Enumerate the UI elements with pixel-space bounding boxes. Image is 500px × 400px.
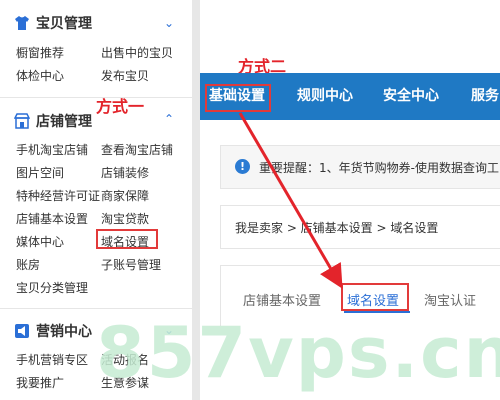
shirt-icon bbox=[15, 16, 29, 30]
sidebar-item-showcase[interactable]: 橱窗推荐 bbox=[16, 44, 64, 61]
notice-banner: ! 重要提醒：1、年货节购物券-使用数据查询工... bbox=[220, 145, 500, 189]
sidebar-item-mobile-shop[interactable]: 手机淘宝店铺 bbox=[16, 141, 88, 158]
megaphone-icon bbox=[15, 324, 29, 338]
chevron-down-icon[interactable]: ⌄ bbox=[164, 16, 174, 30]
sidebar-item-account-room[interactable]: 账房 bbox=[16, 256, 40, 273]
sidebar-item-health-center[interactable]: 体检中心 bbox=[16, 67, 64, 84]
section-header-goods[interactable]: 宝贝管理 bbox=[14, 12, 92, 34]
chevron-up-icon[interactable]: ⌃ bbox=[164, 112, 174, 126]
sidebar-item-promote[interactable]: 我要推广 bbox=[16, 374, 64, 391]
divider bbox=[0, 308, 192, 309]
info-icon: ! bbox=[235, 159, 250, 174]
notice-text[interactable]: 重要提醒：1、年货节购物券-使用数据查询工... bbox=[259, 159, 500, 176]
section-header-shop[interactable]: 店铺管理 bbox=[14, 110, 92, 132]
sidebar-item-view-shop[interactable]: 查看淘宝店铺 bbox=[101, 141, 173, 158]
highlight-box-basic-settings bbox=[205, 84, 271, 112]
tab-services[interactable]: 服务 bbox=[471, 73, 499, 120]
sidebar-item-on-sale[interactable]: 出售中的宝贝 bbox=[101, 44, 173, 61]
watermark: 857vps.cn bbox=[96, 312, 500, 394]
sidebar-item-guarantee[interactable]: 商家保障 bbox=[101, 187, 149, 204]
sidebar-item-license[interactable]: 特种经营许可证 bbox=[16, 187, 100, 204]
highlight-box-domain bbox=[96, 229, 158, 249]
breadcrumb: 我是卖家 > 店铺基本设置 > 域名设置 bbox=[220, 205, 500, 249]
section-title: 店铺管理 bbox=[36, 114, 92, 130]
sidebar-item-sub-accounts[interactable]: 子账号管理 bbox=[101, 256, 161, 273]
tab-rules-center[interactable]: 规则中心 bbox=[297, 73, 353, 120]
sidebar-item-media-center[interactable]: 媒体中心 bbox=[16, 233, 64, 250]
annotation-method-1: 方式一 bbox=[96, 97, 145, 116]
section-header-marketing[interactable]: 营销中心 bbox=[14, 320, 92, 342]
highlight-box-domain-tab bbox=[341, 283, 409, 311]
sidebar-item-loan[interactable]: 淘宝贷款 bbox=[101, 210, 149, 227]
sidebar-item-decoration[interactable]: 店铺装修 bbox=[101, 164, 149, 181]
section-title: 宝贝管理 bbox=[36, 16, 92, 32]
section-title: 营销中心 bbox=[36, 324, 92, 340]
sidebar-item-publish[interactable]: 发布宝贝 bbox=[101, 67, 149, 84]
sidebar-item-image-space[interactable]: 图片空间 bbox=[16, 164, 64, 181]
sidebar-item-mobile-marketing[interactable]: 手机营销专区 bbox=[16, 351, 88, 368]
shop-icon bbox=[14, 113, 30, 129]
sidebar-item-basic-settings[interactable]: 店铺基本设置 bbox=[16, 210, 88, 227]
tab-security-center[interactable]: 安全中心 bbox=[383, 73, 439, 120]
subtab-basic-settings[interactable]: 店铺基本设置 bbox=[243, 290, 321, 309]
subtab-taobao-auth[interactable]: 淘宝认证 bbox=[424, 290, 476, 309]
breadcrumb-text[interactable]: 我是卖家 > 店铺基本设置 > 域名设置 bbox=[235, 219, 438, 236]
sidebar-item-category[interactable]: 宝贝分类管理 bbox=[16, 279, 88, 296]
